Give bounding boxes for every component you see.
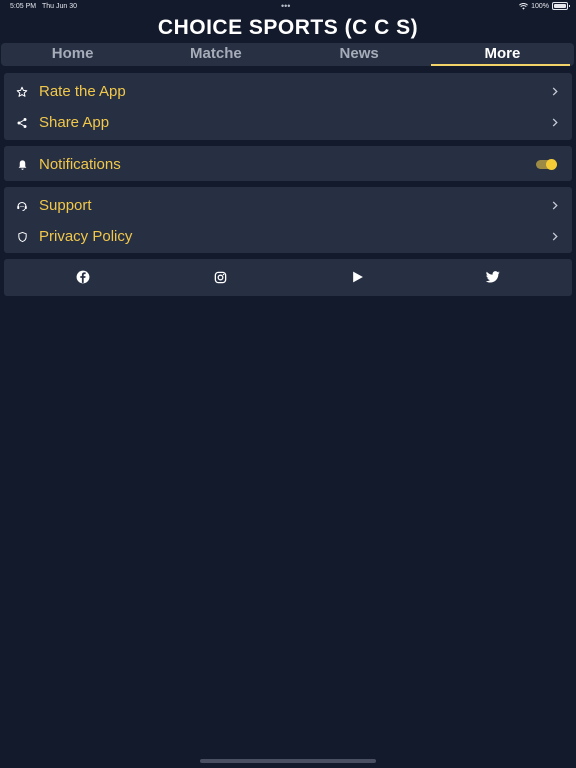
home-indicator[interactable]: [200, 759, 376, 763]
rate-app-row[interactable]: Rate the App: [4, 76, 572, 107]
notifications-row: Notifications: [4, 149, 572, 180]
rate-share-card: Rate the App Share App: [4, 73, 572, 140]
bell-icon: [15, 158, 29, 172]
social-links-bar: [4, 259, 572, 296]
support-privacy-card: Support Privacy Policy: [4, 187, 572, 253]
share-app-label: Share App: [39, 114, 110, 131]
status-time: 5:05 PM: [10, 3, 37, 10]
toggle-knob: [546, 159, 557, 170]
facebook-icon[interactable]: [76, 270, 90, 284]
rate-app-label: Rate the App: [39, 83, 126, 100]
status-right: 100%: [519, 2, 570, 10]
notifications-card: Notifications: [4, 146, 572, 181]
battery-icon: [552, 2, 570, 10]
tab-bar: Home Matche News More: [1, 43, 574, 66]
chevron-right-icon: [552, 199, 558, 213]
chevron-right-icon: [552, 116, 558, 130]
status-date: Thu Jun 30: [42, 3, 78, 10]
tab-more[interactable]: More: [430, 43, 574, 66]
battery-percent: 100%: [531, 2, 549, 10]
twitter-icon[interactable]: [486, 270, 500, 284]
notifications-label: Notifications: [39, 156, 121, 173]
support-label: Support: [39, 197, 92, 214]
privacy-policy-row[interactable]: Privacy Policy: [4, 221, 572, 252]
tab-news[interactable]: News: [288, 43, 431, 66]
share-icon: [15, 116, 29, 130]
multitasking-dots-icon[interactable]: •••: [281, 1, 290, 11]
chevron-right-icon: [552, 230, 558, 244]
support-agent-icon: [15, 199, 29, 213]
notifications-toggle[interactable]: [536, 159, 557, 170]
star-icon: [15, 85, 29, 99]
privacy-policy-label: Privacy Policy: [39, 228, 133, 245]
status-bar: 5:05 PM Thu Jun 30 ••• 100%: [0, 0, 576, 14]
tab-home[interactable]: Home: [1, 43, 144, 66]
support-row[interactable]: Support: [4, 190, 572, 221]
instagram-icon[interactable]: [213, 270, 227, 284]
shield-icon: [15, 230, 29, 244]
share-app-row[interactable]: Share App: [4, 107, 572, 138]
tab-matche[interactable]: Matche: [144, 43, 287, 66]
chevron-right-icon: [552, 85, 558, 99]
app-title: CHOICE SPORTS (C C S): [157, 16, 419, 39]
play-icon[interactable]: [350, 270, 364, 284]
wifi-icon: [519, 2, 529, 10]
